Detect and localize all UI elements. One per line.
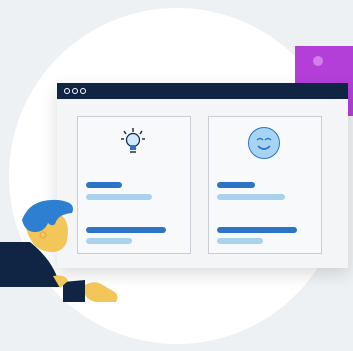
text-line bbox=[217, 182, 255, 188]
happy-card bbox=[208, 116, 322, 254]
window-titlebar bbox=[57, 83, 348, 99]
lightbulb-icon bbox=[120, 127, 146, 157]
window-dot bbox=[72, 88, 78, 94]
person-illustration bbox=[0, 192, 150, 312]
smiley-face-icon bbox=[248, 127, 280, 159]
window-dot bbox=[80, 88, 86, 94]
text-line bbox=[217, 194, 285, 200]
illustration-stage bbox=[0, 0, 353, 351]
text-line bbox=[86, 182, 122, 188]
window-dot bbox=[64, 88, 70, 94]
text-line bbox=[217, 238, 263, 244]
text-line bbox=[217, 227, 297, 233]
